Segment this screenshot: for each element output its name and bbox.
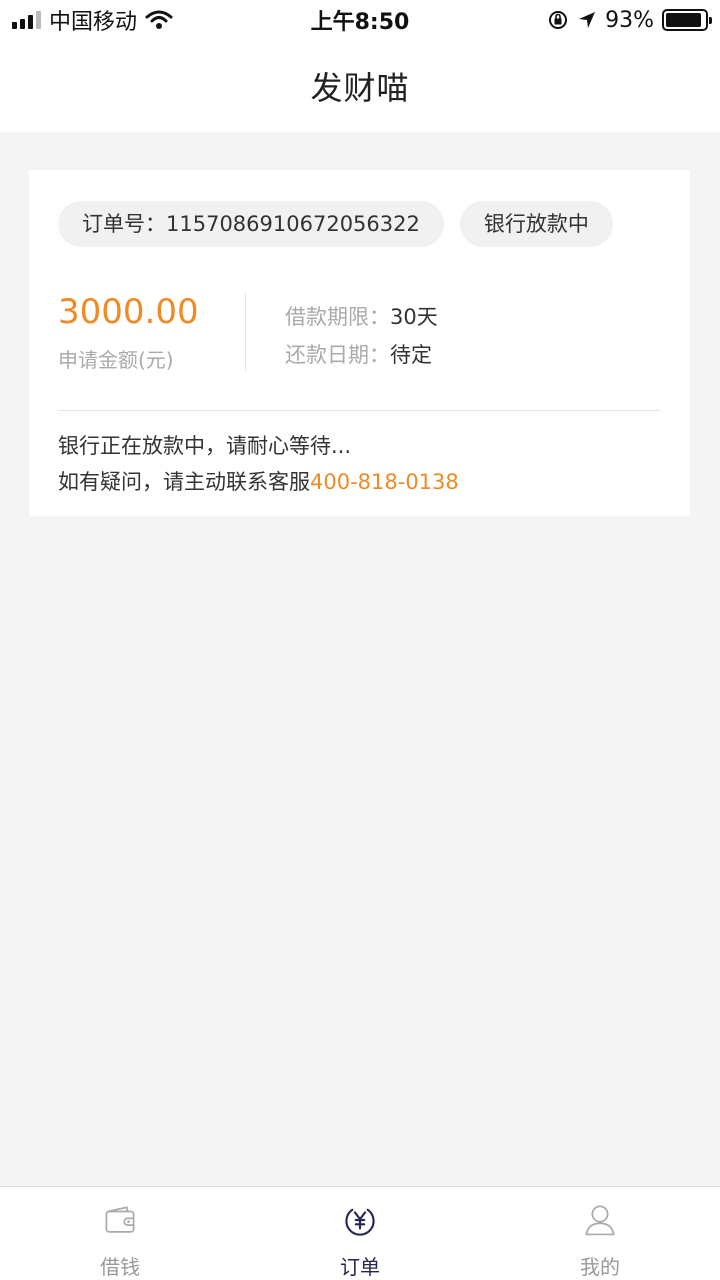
wallet-icon [105,1206,135,1233]
horizontal-divider [58,410,661,411]
battery-fill [666,13,702,27]
order-pill-row: 订单号：1157086910672056322 银行放款中 [58,201,613,247]
tab-borrow[interactable]: 借钱 [0,1187,240,1280]
message-line-1: 银行正在放款中，请耐心等待... [58,434,352,458]
vertical-divider [245,293,246,370]
loan-amount: 3000.00 [58,292,199,332]
page-title: 发财喵 [310,69,410,107]
tab-profile-label: 我的 [580,1255,620,1279]
order-number-label: 订单号： [82,212,166,236]
loan-term-label: 借款期限： [285,305,390,329]
location-arrow-icon [579,12,596,28]
status-left: 中国移动 [12,4,173,36]
loan-term-row: 借款期限：30天 [285,298,438,336]
yen-icon [345,1208,375,1236]
nav-bar: 发财喵 [0,40,720,132]
loan-term-value: 30天 [390,305,438,329]
customer-service-phone-link[interactable]: 400-818-0138 [310,470,459,494]
tab-bar: 借钱 订单 我的 [0,1186,720,1280]
carrier-name: 中国移动 [49,10,138,35]
tab-orders-label: 订单 [340,1255,380,1279]
order-status-badge: 银行放款中 [459,201,613,247]
user-icon [585,1205,615,1236]
order-number-pill: 订单号：1157086910672056322 [58,201,444,247]
tab-borrow-label: 借钱 [100,1255,140,1279]
amount-block: 3000.00 申请金额(元) [58,292,199,373]
wifi-icon [145,10,173,29]
signal-icon [12,11,41,29]
repay-date-value: 待定 [390,343,432,367]
loan-info: 借款期限：30天 还款日期：待定 [285,298,438,374]
message-line-2: 如有疑问，请主动联系客服400-818-0138 [58,464,459,500]
loan-amount-label: 申请金额(元) [58,348,174,372]
status-right: 93% [547,7,712,33]
message-line-2-text: 如有疑问，请主动联系客服 [58,470,310,494]
order-card[interactable]: 订单号：1157086910672056322 银行放款中 3000.00 申请… [29,170,690,516]
status-message: 银行正在放款中，请耐心等待... 如有疑问，请主动联系客服400-818-013… [58,428,459,500]
rotation-lock-icon [549,11,568,29]
repay-date-label: 还款日期： [285,343,390,367]
order-number-value: 1157086910672056322 [166,212,420,236]
tab-profile[interactable]: 我的 [480,1187,720,1280]
battery-icon [662,9,712,31]
status-bar: 中国移动 上午8:50 93% [0,0,720,40]
tab-orders[interactable]: 订单 [240,1187,480,1280]
repay-date-row: 还款日期：待定 [285,336,438,374]
battery-percent: 93% [605,7,654,33]
